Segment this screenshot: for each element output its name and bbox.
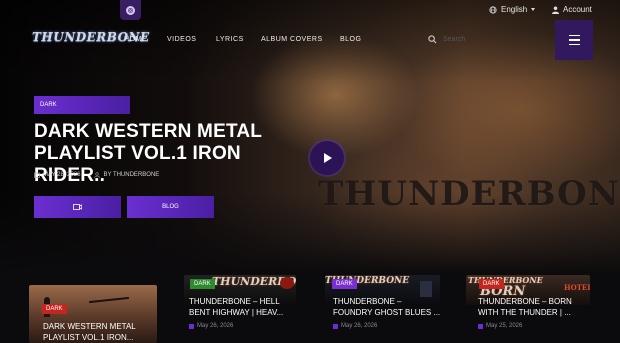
card-tag[interactable]: DARK [190,279,215,289]
card-title[interactable]: THUNDERBONE – HELL BENT HIGHWAY | HEAV..… [189,296,297,318]
post-card[interactable]: THUNDERBONE DARK THUNDERBONE – FOUNDRY G… [325,275,445,343]
nav-link-videos[interactable]: VIDEOS [167,36,216,43]
hero-meta: MAY 28, 2026 BY THUNDERBONE [34,172,159,178]
hero-author[interactable]: BY THUNDERBONE [94,172,159,178]
main-nav: THUNDERBONE HOME VIDEOS LYRICS ALBUM COV… [0,20,620,60]
card-date: May 25, 2026 [478,323,522,329]
card-tag[interactable]: DARK [332,279,357,289]
card-title[interactable]: DARK WESTERN METAL PLAYLIST VOL.1 IRON..… [43,321,155,343]
post-card[interactable]: THUNDERBONE DARK THUNDERBONE – HELL BENT… [184,275,299,343]
post-card[interactable]: THUNDERBONE BORN HOTEL DARK THUNDERBONE … [466,275,590,343]
calendar-icon [478,323,483,329]
user-icon [552,6,559,14]
card-title[interactable]: THUNDERBONE – BORN WITH THE THUNDER | ..… [478,296,590,318]
nav-link-album-covers[interactable]: ALBUM COVERS [261,36,340,43]
card-date: May 26, 2026 [333,323,377,329]
blog-button[interactable]: BLOG [127,196,214,218]
hero-title-line-1: DARK WESTERN METAL [34,121,263,142]
video-button[interactable] [34,196,121,218]
search-placeholder: Search [443,36,466,43]
chevron-down-icon [531,8,536,11]
search-input[interactable]: Search [428,35,465,44]
hero-date: MAY 28, 2026 [34,172,80,178]
video-icon [73,204,82,210]
user-icon [94,172,101,178]
language-selector[interactable]: English [489,5,536,14]
account-link[interactable]: Account [552,5,592,14]
calendar-icon [34,172,40,178]
nav-link-lyrics[interactable]: LYRICS [216,36,261,43]
search-icon [428,35,437,44]
card-tag[interactable]: DARK [479,279,504,289]
play-button[interactable] [310,141,344,175]
play-icon [324,153,332,163]
globe-icon [489,5,497,14]
card-tag[interactable]: DARK [42,304,67,314]
thumbnail-sign: HOTEL [564,283,590,292]
calendar-icon [333,323,338,329]
page: ◎ English Account THUNDERBONE HOME VIDEO… [0,0,620,343]
account-label: Account [563,5,592,14]
social-link[interactable]: ◎ [120,0,141,20]
instagram-icon: ◎ [126,5,135,15]
top-bar: ◎ English Account [0,0,620,20]
nav-link-home[interactable]: HOME [124,36,167,43]
card-date: May 26, 2026 [189,323,233,329]
category-tag[interactable]: DARK [34,96,130,114]
nav-links: HOME VIDEOS LYRICS ALBUM COVERS BLOG [124,36,361,43]
hamburger-menu-button[interactable] [555,20,593,60]
card-title[interactable]: THUNDERBONE – FOUNDRY GHOST BLUES ... [333,296,445,318]
post-card[interactable]: DARK DARK WESTERN METAL PLAYLIST VOL.1 I… [29,275,157,343]
language-label: English [501,5,528,14]
hero-watermark-logo: THUNDERBONE [318,174,620,214]
hero-title-line-2: PLAYLIST VOL.1 IRON RIDER.. [34,143,241,186]
nav-link-blog[interactable]: BLOG [340,36,361,43]
calendar-icon [189,323,194,329]
